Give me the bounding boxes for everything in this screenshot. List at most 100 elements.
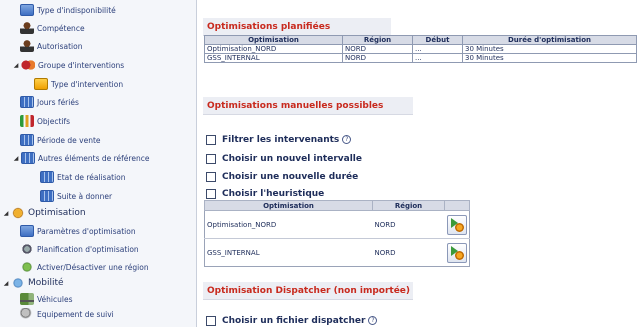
choose-interval-checkbox[interactable]: [206, 153, 216, 164]
sidebar-item-type-indisponibilite[interactable]: Type d'indisponibilité: [20, 1, 116, 19]
run-optimisation-button[interactable]: [446, 242, 467, 263]
sidebar-item-jours-feries[interactable]: Jours fériés: [20, 93, 79, 111]
doc-icon: [20, 4, 34, 16]
sidebar-section-optimisation[interactable]: ◢ Optimisation: [2, 204, 86, 222]
grid-icon: [40, 171, 54, 183]
doc-icon: [20, 225, 34, 237]
grid-icon: [21, 152, 35, 164]
choose-duration-option[interactable]: Choisir une nouvelle durée: [206, 169, 358, 184]
sidebar-item-label: Type d'indisponibilité: [37, 5, 116, 15]
cell-optimisation: Optimisation_NORD: [204, 210, 373, 239]
table-row: Optimisation_NORD NORD: [204, 210, 470, 239]
choose-interval-option[interactable]: Choisir un nouvel intervalle: [206, 151, 362, 166]
sidebar-item-label: Jours fériés: [37, 97, 79, 107]
expand-arrow-icon[interactable]: ◢: [12, 62, 20, 69]
cell-debut[interactable]: ...: [412, 44, 463, 54]
person-icon: [20, 40, 34, 52]
table-row[interactable]: Optimisation_NORD NORD ... 30 Minutes: [204, 44, 637, 54]
expand-arrow-icon[interactable]: ◢: [2, 280, 10, 287]
col-header-debut: Début: [412, 35, 463, 45]
grid-icon: [20, 134, 34, 146]
sidebar-item-label: Planification d'optimisation: [37, 244, 139, 254]
sidebar-item-label: Equipement de suivi: [37, 309, 114, 319]
sidebar-item-etat-realisation[interactable]: Etat de réalisation: [40, 168, 126, 186]
chart-icon: [20, 115, 34, 127]
col-header-optimisation: Optimisation: [204, 35, 343, 45]
sidebar-item-label: Activer/Désactiver une région: [37, 262, 149, 272]
cell-optimisation: GSS_INTERNAL: [204, 53, 343, 63]
info-icon[interactable]: ?: [368, 316, 378, 325]
sidebar-item-autres-elements[interactable]: ◢ Autres éléments de référence: [12, 149, 149, 167]
group-icon: [21, 59, 35, 71]
planned-optimisations-title: Optimisations planifiées: [203, 18, 391, 36]
main-content: Optimisations planifiées Optimisation Ré…: [198, 0, 637, 327]
person-icon: [20, 22, 34, 34]
choose-dispatcher-file-option[interactable]: Choisir un fichier dispatcher?: [206, 313, 378, 327]
option-label: Filtrer les intervenants: [222, 134, 340, 145]
sidebar-item-label: Etat de réalisation: [57, 172, 126, 182]
sidebar-section-label: Mobilité: [28, 278, 64, 288]
type-icon: [34, 78, 48, 90]
expand-arrow-icon[interactable]: ◢: [2, 210, 10, 217]
sidebar-section-label: Optimisation: [28, 208, 86, 218]
filter-intervenants-option[interactable]: Filtrer les intervenants?: [206, 132, 352, 147]
col-header-action: [444, 200, 470, 211]
filter-intervenants-checkbox[interactable]: [206, 134, 216, 145]
col-header-region: Région: [372, 200, 445, 211]
manual-optimisations-table: Optimisation Région Optimisation_NORD NO…: [204, 200, 470, 267]
truck-icon: [20, 293, 34, 305]
sidebar-item-objectifs[interactable]: Objectifs: [20, 112, 70, 130]
option-label: Choisir une nouvelle durée: [222, 171, 359, 182]
choose-heuristic-checkbox[interactable]: [206, 188, 216, 199]
option-label: Choisir un fichier dispatcher: [222, 315, 366, 326]
sidebar-item-label: Objectifs: [37, 116, 71, 126]
gear-icon: [20, 243, 34, 255]
table-row: GSS_INTERNAL NORD: [204, 238, 470, 267]
choose-dispatcher-file-checkbox[interactable]: [206, 315, 216, 326]
cell-debut[interactable]: ...: [412, 53, 463, 63]
cell-duree: 30 Minutes: [462, 53, 637, 63]
check-icon: [20, 261, 34, 273]
cell-action: [444, 210, 470, 239]
choose-duration-checkbox[interactable]: [206, 171, 216, 182]
option-label: Choisir l'heuristique: [222, 188, 325, 199]
sidebar-item-suite-a-donner[interactable]: Suite à donner: [40, 187, 112, 205]
sidebar-item-label: Compétence: [37, 23, 85, 33]
satellite-icon: [20, 308, 34, 320]
sidebar-item-equipement-suivi[interactable]: Equipement de suivi: [20, 305, 114, 323]
sidebar-item-label: Suite à donner: [57, 191, 113, 201]
table-header-row: Optimisation Région: [204, 200, 470, 211]
cell-action: [444, 238, 470, 267]
dispatcher-optimisation-title: Optimisation Dispatcher (non importée): [203, 282, 413, 300]
sidebar-item-label: Type d'intervention: [51, 79, 124, 89]
sidebar-item-competence[interactable]: Compétence: [20, 19, 85, 37]
sidebar: Type d'indisponibilité Compétence Autori…: [0, 0, 197, 327]
sidebar-item-groupe-interventions[interactable]: ◢ Groupe d'interventions: [12, 56, 124, 74]
sidebar-item-label: Période de vente: [37, 135, 101, 145]
cell-region: NORD: [372, 238, 445, 267]
col-header-region: Région: [342, 35, 413, 45]
table-header-row: Optimisation Région Début Durée d'optimi…: [204, 35, 637, 45]
choose-heuristic-option[interactable]: Choisir l'heuristique: [206, 186, 324, 201]
sidebar-item-type-intervention[interactable]: Type d'intervention: [34, 75, 123, 93]
cell-region: NORD: [342, 53, 413, 63]
cell-duree: 30 Minutes: [462, 44, 637, 54]
sidebar-item-label: Autres éléments de référence: [38, 153, 150, 163]
cell-region: NORD: [372, 210, 445, 239]
table-row[interactable]: GSS_INTERNAL NORD ... 30 Minutes: [204, 53, 637, 63]
sidebar-item-label: Véhicules: [37, 294, 73, 304]
grid-icon: [40, 190, 54, 202]
info-icon[interactable]: ?: [342, 135, 352, 144]
expand-arrow-icon[interactable]: ◢: [12, 155, 20, 162]
run-optimisation-button[interactable]: [446, 214, 467, 235]
sidebar-item-autorisation[interactable]: Autorisation: [20, 37, 82, 55]
sidebar-item-planification-optimisation[interactable]: Planification d'optimisation: [20, 240, 139, 258]
col-header-duree: Durée d'optimisation: [462, 35, 637, 45]
grid-icon: [20, 96, 34, 108]
optimisation-icon: [11, 207, 25, 219]
mobility-icon: [11, 277, 25, 289]
sidebar-item-parametres-optimisation[interactable]: Paramètres d'optimisation: [20, 222, 136, 240]
option-label: Choisir un nouvel intervalle: [222, 153, 362, 164]
sidebar-item-periode-vente[interactable]: Période de vente: [20, 131, 101, 149]
cell-optimisation: GSS_INTERNAL: [204, 238, 373, 267]
